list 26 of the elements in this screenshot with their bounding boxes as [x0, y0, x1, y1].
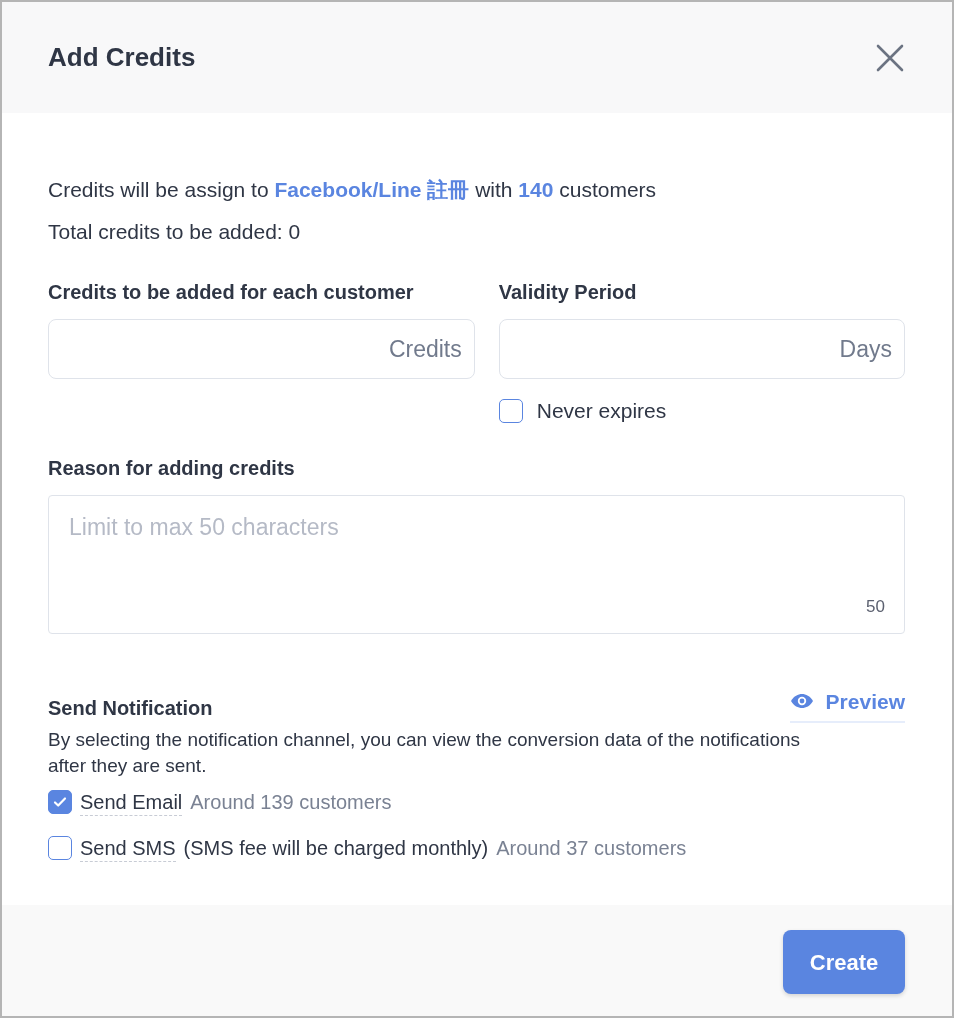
input-field[interactable]: Days — [498, 319, 905, 379]
unit-label: Credits — [388, 334, 462, 364]
checkbox[interactable] — [498, 398, 523, 423]
create-button[interactable]: Create — [783, 930, 905, 994]
description-text: By selecting the notification channel, you can view the conversion data of the notifications after they are sent. — [48, 728, 801, 778]
dialog-title: Add Credits — [48, 41, 196, 74]
preview-button[interactable]: Preview — [789, 685, 905, 723]
checkbox[interactable] — [48, 790, 72, 814]
checkbox-label: Send Email — [80, 788, 183, 816]
note-text: (SMS fee will be charged monthly) — [183, 836, 489, 861]
checkbox-label: Send SMS — [80, 834, 176, 862]
customer-count: Around 37 customers — [496, 836, 687, 861]
unit-label: Days — [839, 334, 892, 364]
field-label: Credits to be added for each customer — [48, 280, 415, 305]
summary-text: Credits will be assign to Facebook/Line 註冊 with 140 customers — [48, 177, 658, 203]
field-label: Reason for adding credits — [48, 455, 296, 481]
check-icon — [52, 794, 68, 810]
character-counter: 50 — [866, 596, 885, 618]
eye-icon — [789, 693, 814, 710]
checkbox[interactable] — [48, 836, 72, 860]
summary-text: Total credits to be added: 0 — [48, 219, 302, 245]
field-label: Validity Period — [498, 280, 638, 305]
input-field[interactable]: Credits — [48, 319, 475, 379]
checkbox-label: Never expires — [536, 398, 667, 424]
customer-count: Around 139 customers — [190, 790, 392, 815]
section-title: Send Notification — [48, 696, 213, 721]
